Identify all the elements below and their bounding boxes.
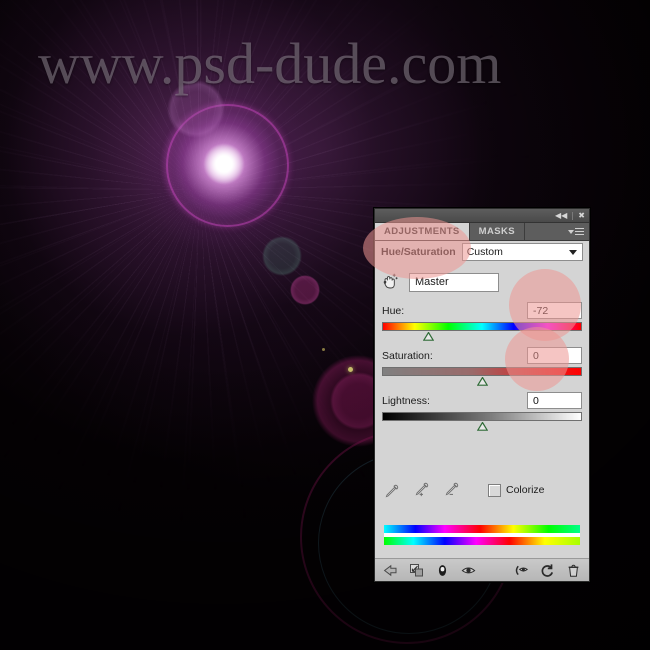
watermark-text: www.psd-dude.com [38, 31, 502, 96]
panel-menu-icon[interactable] [568, 227, 584, 236]
hue-spectrum-input-bar [384, 525, 580, 533]
clip-to-layer-icon[interactable] [383, 563, 398, 578]
hue-value-field[interactable]: -72 [527, 302, 582, 319]
titlebar-divider [572, 211, 574, 220]
close-icon[interactable]: ✖ [578, 211, 585, 220]
slider-lightness-head: Lightness: 0 [382, 392, 582, 409]
tab-masks[interactable]: MASKS [469, 223, 525, 240]
eyedropper-icon[interactable] [384, 482, 400, 498]
saturation-value-field[interactable]: 0 [527, 347, 582, 364]
colorize-control[interactable]: Colorize [488, 483, 545, 497]
tools-row: Colorize [375, 477, 589, 503]
preset-dropdown[interactable]: Custom [461, 243, 583, 261]
preset-dropdown-value: Custom [466, 246, 503, 258]
colorize-label: Colorize [506, 484, 545, 496]
slider-hue-head: Hue: -72 [382, 302, 582, 319]
eyedropper-add-icon[interactable] [414, 482, 430, 498]
lightness-slider-thumb[interactable] [476, 422, 488, 431]
delete-icon[interactable] [566, 563, 581, 578]
saturation-value: 0 [533, 349, 539, 362]
hue-slider-thumb[interactable] [423, 332, 435, 341]
page-title: Hue/Saturation [381, 246, 456, 258]
reset-eye-icon[interactable] [514, 563, 529, 578]
channel-dropdown-value: Master [415, 276, 449, 288]
channel-dropdown[interactable]: Master [409, 272, 499, 292]
slider-lightness-label: Lightness: [382, 394, 430, 407]
toggle-layer-visibility-icon[interactable] [435, 563, 450, 578]
lightness-value: 0 [533, 394, 539, 407]
slider-saturation-head: Saturation: 0 [382, 347, 582, 364]
on-image-adjust-hand-icon[interactable] [381, 273, 399, 291]
panel-tab-bar: ADJUSTMENTS MASKS [375, 223, 589, 241]
slider-lightness: Lightness: 0 [375, 392, 589, 431]
saturation-slider-thumb[interactable] [476, 377, 488, 386]
slider-hue-label: Hue: [382, 304, 405, 317]
hue-spectrum-preview [384, 525, 580, 545]
reset-icon[interactable] [540, 563, 555, 578]
chevron-down-icon [569, 250, 577, 255]
screenshot-root: www.psd-dude.com ◀◀ ✖ ADJUSTMENTS MASKS … [0, 0, 650, 650]
tab-bar-spacer [524, 223, 589, 240]
slider-saturation: Saturation: 0 [375, 347, 589, 386]
eyedropper-subtract-icon[interactable] [444, 482, 460, 498]
adjustments-panel: ◀◀ ✖ ADJUSTMENTS MASKS Hue/Saturation Cu… [363, 208, 590, 582]
saturation-slider-track[interactable] [382, 367, 582, 386]
hue-value: -72 [533, 304, 549, 317]
tab-adjustments-label: ADJUSTMENTS [384, 226, 460, 237]
colorize-checkbox[interactable] [488, 483, 501, 497]
hue-slider-track[interactable] [382, 322, 582, 341]
lightness-slider-track[interactable] [382, 412, 582, 431]
panel-bottom-toolbar [375, 558, 589, 581]
preset-row: Hue/Saturation Custom [375, 241, 589, 263]
slider-hue: Hue: -72 [375, 302, 589, 341]
tab-masks-label: MASKS [478, 226, 515, 237]
collapse-icon[interactable]: ◀◀ [555, 211, 567, 220]
hue-spectrum-output-bar [384, 537, 580, 545]
panel-titlebar: ◀◀ ✖ [375, 209, 589, 223]
channel-row: Master [375, 267, 589, 297]
slider-saturation-label: Saturation: [382, 349, 433, 362]
preview-eye-icon[interactable] [461, 563, 476, 578]
lightness-value-field[interactable]: 0 [527, 392, 582, 409]
previous-state-icon[interactable] [409, 563, 424, 578]
tab-adjustments[interactable]: ADJUSTMENTS [375, 223, 470, 240]
